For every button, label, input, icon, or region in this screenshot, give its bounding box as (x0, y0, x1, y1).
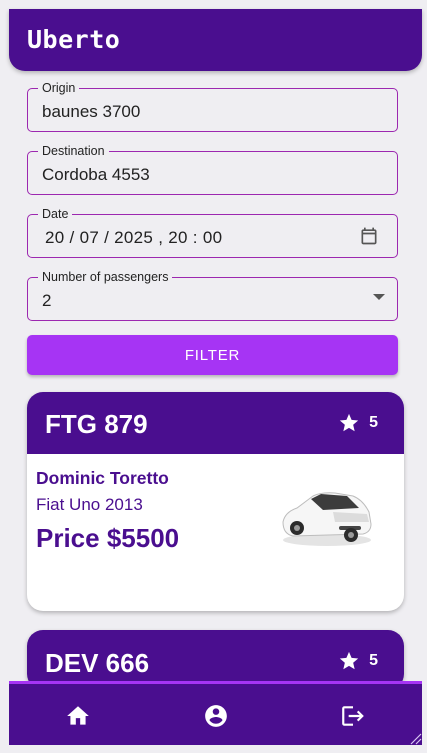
origin-input[interactable]: baunes 3700 (42, 102, 140, 122)
trip-card[interactable]: FTG 879 5 Dominic Toretto Fiat Uno 2013 … (27, 392, 404, 611)
rating-value: 5 (369, 414, 378, 431)
star-icon (339, 413, 359, 432)
passengers-label: Number of passengers (38, 270, 173, 284)
filter-button[interactable]: FILTER (27, 335, 398, 375)
origin-field[interactable]: Origin baunes 3700 (27, 81, 398, 132)
rating-value: 5 (369, 652, 378, 669)
driver-name: Dominic Toretto (36, 468, 169, 488)
filter-form: Origin baunes 3700 Destination Cordoba 4… (27, 81, 398, 340)
date-field[interactable]: Date 20 / 07 / 2025 , 20 : 00 (27, 207, 398, 258)
passengers-select[interactable]: 2 (42, 291, 51, 311)
trip-card-body: Dominic Toretto Fiat Uno 2013 Price $550… (27, 454, 404, 611)
date-input[interactable]: 20 / 07 / 2025 , 20 : 00 (45, 228, 222, 248)
app-title: Uberto (27, 25, 121, 54)
account-icon[interactable] (203, 703, 229, 729)
calendar-icon[interactable] (359, 226, 379, 246)
chevron-down-icon[interactable] (373, 294, 385, 300)
origin-label: Origin (38, 81, 80, 95)
destination-label: Destination (38, 144, 109, 158)
resize-grip-icon[interactable] (408, 731, 422, 745)
license-plate: FTG 879 (45, 409, 148, 439)
logout-icon[interactable] (340, 703, 366, 729)
date-label: Date (38, 207, 73, 221)
trip-price: Price $5500 (36, 523, 180, 553)
home-icon[interactable] (65, 703, 91, 729)
app-header: Uberto (9, 9, 422, 71)
destination-input[interactable]: Cordoba 4553 (42, 165, 150, 185)
star-icon (339, 651, 359, 670)
license-plate: DEV 666 (45, 648, 150, 678)
passengers-field[interactable]: Number of passengers 2 (27, 270, 398, 321)
destination-field[interactable]: Destination Cordoba 4553 (27, 144, 398, 195)
car-model: Fiat Uno 2013 (36, 495, 143, 514)
trip-card-header: FTG 879 5 (27, 392, 404, 454)
bottom-nav (9, 681, 422, 745)
car-image (282, 492, 372, 546)
